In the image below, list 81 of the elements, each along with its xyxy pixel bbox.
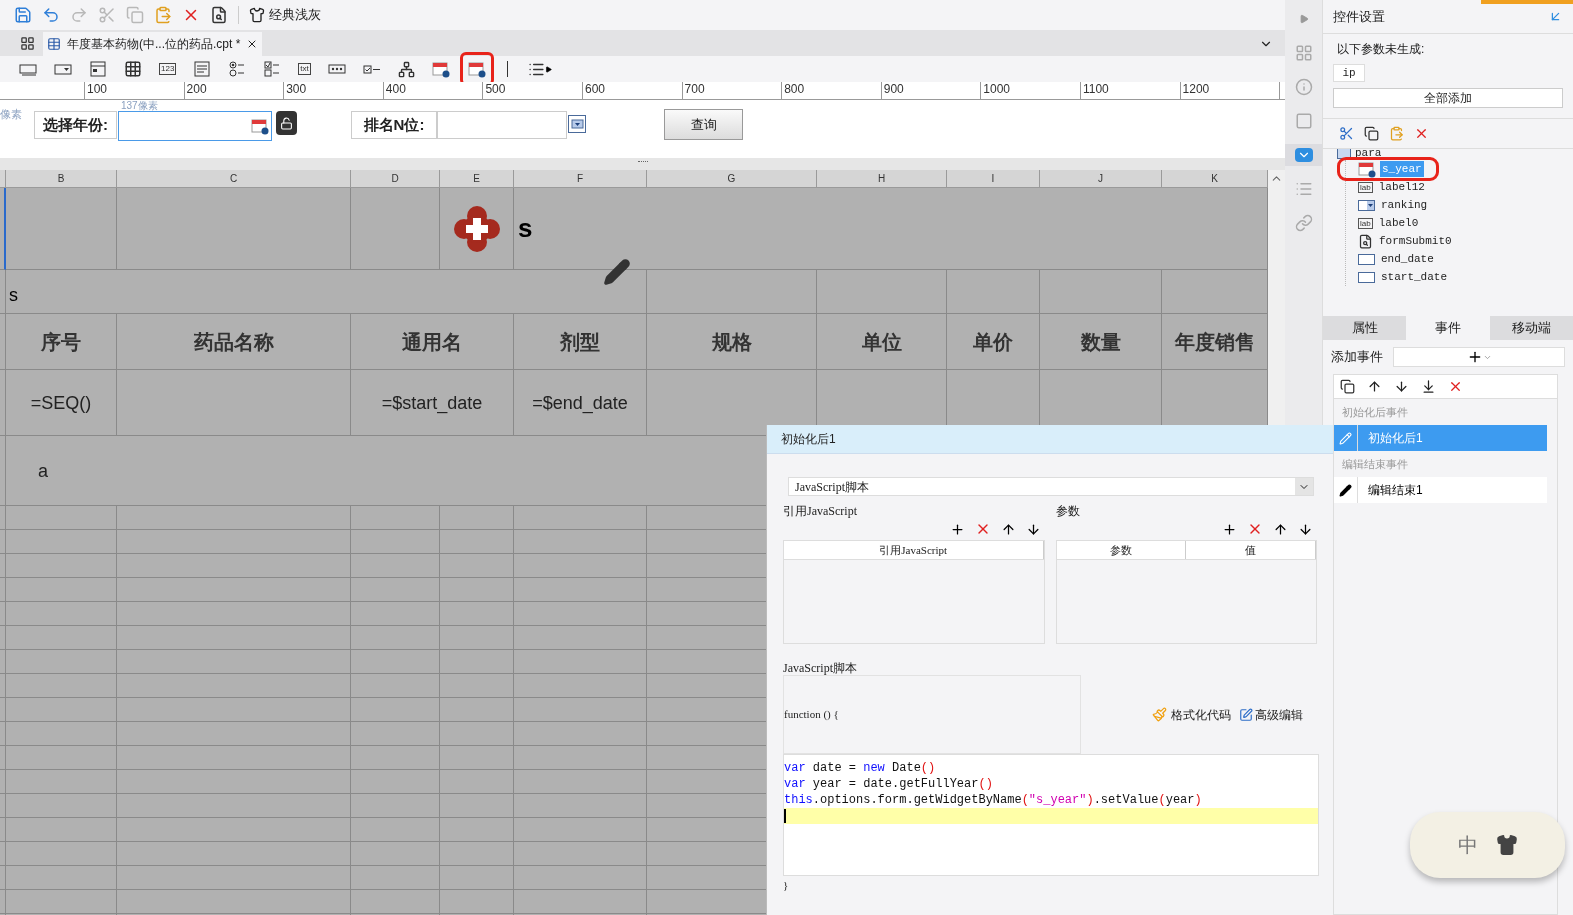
table-cell: 数量: [1040, 314, 1162, 370]
rank-label: 排名N位:: [351, 111, 437, 139]
tree-item[interactable]: label0: [1376, 214, 1421, 232]
ruler-label: 200: [185, 82, 207, 96]
ruler-label: 100: [86, 82, 108, 96]
table-cell: 剂型: [514, 314, 647, 370]
table-cell: =$start_date: [351, 370, 514, 436]
table-cell: 单价: [947, 314, 1040, 370]
missing-params-label: 以下参数未生成:: [1336, 41, 1426, 58]
code-line: var date = new Date(): [784, 760, 936, 776]
ruler-label: 600: [583, 82, 605, 96]
section-label: 参数: [1055, 503, 1081, 518]
add-all-button[interactable]: 全部添加: [1333, 88, 1563, 108]
column-header: 参数: [1056, 541, 1187, 559]
table-cell: 规格: [647, 314, 817, 370]
column-header[interactable]: I: [947, 170, 1040, 188]
tree-item[interactable]: label12: [1376, 178, 1427, 196]
table-cell: 药品名称: [117, 314, 351, 370]
size-hint: 137像素: [121, 99, 158, 113]
tree-item[interactable]: formSubmit0: [1377, 232, 1454, 250]
script-type-select[interactable]: JavaScript脚本: [788, 477, 1314, 496]
document-tab[interactable]: 年度基本药物(中...位的药品.cpt *: [43, 32, 263, 56]
ruler-label: 1000: [982, 82, 1011, 96]
ruler-label: 1100: [1081, 82, 1109, 96]
column-header[interactable]: D: [351, 170, 440, 188]
ime-mode[interactable]: 中: [1457, 830, 1478, 860]
ruler-label: 800: [783, 82, 805, 96]
label-widget-icon: lab: [1358, 217, 1373, 229]
size-hint: 像素: [0, 107, 22, 122]
column-header[interactable]: C: [117, 170, 351, 188]
section-label: JavaScript脚本: [783, 660, 858, 675]
column-header[interactable]: K: [1162, 170, 1268, 188]
table-cell: =$end_date: [514, 370, 647, 436]
ruler-label: 500: [484, 82, 506, 96]
year-label: 选择年份:: [34, 111, 117, 139]
panel-tab[interactable]: 属性: [1323, 316, 1407, 340]
advanced-edit-button[interactable]: 高级编辑: [1239, 705, 1303, 724]
column-header: 引用JavaScript: [784, 541, 1044, 559]
ruler-label: 900: [882, 82, 904, 96]
ruler-label: 300: [285, 82, 307, 96]
tree-item[interactable]: end_date: [1379, 250, 1436, 268]
event-group-header: 编辑结束事件: [1341, 456, 1409, 472]
table-cell: 通用名: [351, 314, 514, 370]
table-cell: 序号: [6, 314, 117, 370]
tree-item[interactable]: ranking: [1379, 196, 1430, 214]
function-header: function () {: [784, 707, 839, 723]
column-header[interactable]: G: [647, 170, 817, 188]
ruler-label: 1200: [1181, 82, 1210, 96]
column-header[interactable]: J: [1040, 170, 1162, 188]
column-header[interactable]: E: [440, 170, 514, 188]
column-header[interactable]: H: [817, 170, 947, 188]
panel-tab[interactable]: 移动端: [1489, 316, 1573, 340]
panel-tab[interactable]: 事件: [1406, 316, 1490, 340]
code-editor[interactable]: var date = new Date() var year = date.getFullYear() this.options.form.getWidgetByName("s_year").setValue(year): [783, 754, 1319, 876]
ruler-label: 400: [384, 82, 406, 96]
number-field-icon[interactable]: 123: [159, 63, 177, 75]
table-cell: 单位: [817, 314, 947, 370]
format-code-button[interactable]: 格式化代码: [1152, 705, 1231, 724]
code-line: var year = date.getFullYear(): [784, 776, 993, 792]
column-header[interactable]: F: [514, 170, 647, 188]
table-cell: =SEQ(): [6, 370, 117, 436]
ruler-label: 700: [683, 82, 705, 96]
section-label: 引用JavaScript: [783, 503, 858, 518]
ime-widget[interactable]: 中: [1410, 812, 1565, 878]
add-event-label: 添加事件: [1331, 348, 1383, 367]
panel-title: 控件设置: [1333, 7, 1386, 26]
text-field-icon[interactable]: txt: [298, 63, 311, 75]
dialog-title: 初始化后1: [767, 425, 1333, 454]
tree-item[interactable]: para: [1355, 149, 1382, 162]
event-group-header: 初始化后事件: [1341, 404, 1409, 420]
column-header[interactable]: B: [6, 170, 117, 188]
tab-title: 年度基本药物(中...位的药品.cpt *: [67, 36, 241, 53]
column-header: 值: [1186, 541, 1316, 559]
event-item[interactable]: 编辑结束1: [1334, 477, 1547, 503]
function-footer: }: [783, 877, 1317, 894]
tree-item[interactable]: start_date: [1379, 268, 1449, 286]
code-line: this.options.form.getWidgetByName("s_year").setValue(year): [784, 792, 1202, 808]
query-button[interactable]: 查询: [664, 109, 743, 140]
label-widget-icon: lab: [1358, 181, 1373, 193]
param-chip[interactable]: ip: [1333, 64, 1365, 82]
theme-button[interactable]: 经典浅灰: [249, 5, 321, 25]
